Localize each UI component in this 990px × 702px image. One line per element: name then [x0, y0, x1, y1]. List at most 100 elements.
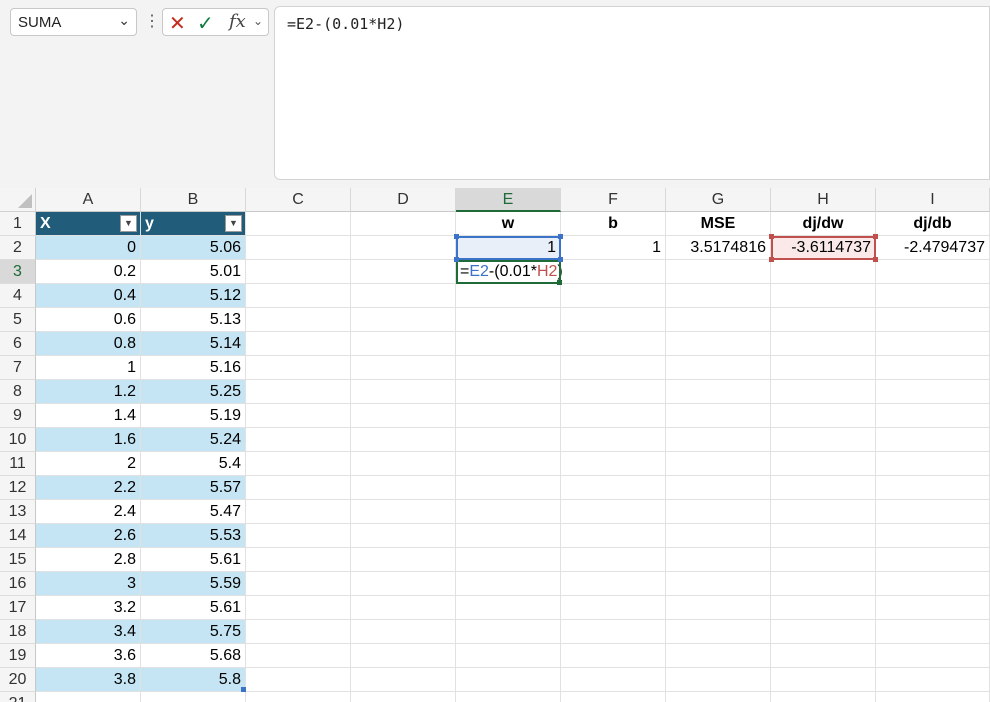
table-cell-y[interactable]: 5.01	[141, 260, 246, 284]
grid-cell[interactable]	[456, 668, 561, 692]
row-header-2[interactable]: 2	[0, 236, 36, 260]
param-value-f[interactable]: 1	[561, 236, 666, 260]
table-cell-x[interactable]: 1.6	[36, 428, 141, 452]
grid-cell[interactable]	[561, 404, 666, 428]
table-header-y[interactable]: y ▼	[141, 212, 246, 236]
grid-cell[interactable]	[561, 548, 666, 572]
grid-cell[interactable]	[771, 524, 876, 548]
table-cell-x[interactable]: 3.8	[36, 668, 141, 692]
column-header-f[interactable]: F	[561, 188, 666, 212]
grid-cell[interactable]	[561, 308, 666, 332]
grid-cell[interactable]	[876, 476, 990, 500]
grid-cell[interactable]	[876, 668, 990, 692]
param-value-h[interactable]: -3.6114737	[771, 236, 876, 260]
grid-cell[interactable]	[351, 308, 456, 332]
reference-handle[interactable]	[558, 257, 563, 262]
row-header-14[interactable]: 14	[0, 524, 36, 548]
table-cell-y[interactable]: 5.61	[141, 596, 246, 620]
row-header-19[interactable]: 19	[0, 644, 36, 668]
grid-cell[interactable]	[456, 452, 561, 476]
row-header-9[interactable]: 9	[0, 404, 36, 428]
grid-cell[interactable]	[666, 332, 771, 356]
table-cell-y[interactable]: 5.24	[141, 428, 246, 452]
grid-cell[interactable]	[876, 620, 990, 644]
grid-cell[interactable]	[456, 524, 561, 548]
row-header-8[interactable]: 8	[0, 380, 36, 404]
grid-cell[interactable]	[771, 308, 876, 332]
table-cell-y[interactable]: 5.19	[141, 404, 246, 428]
name-box[interactable]: SUMA ⌄	[10, 8, 137, 36]
grid-cell[interactable]	[666, 692, 771, 702]
filter-dropdown-icon[interactable]: ▼	[120, 215, 137, 232]
grid-cell[interactable]	[771, 428, 876, 452]
column-header-i[interactable]: I	[876, 188, 990, 212]
row-header-3[interactable]: 3	[0, 260, 36, 284]
grid-cell[interactable]	[561, 596, 666, 620]
param-header-e[interactable]: w	[456, 212, 561, 236]
grid-cell[interactable]	[561, 644, 666, 668]
table-cell-x[interactable]: 2.4	[36, 500, 141, 524]
table-cell-y[interactable]: 5.8	[141, 668, 246, 692]
column-header-c[interactable]: C	[246, 188, 351, 212]
grid-cell[interactable]	[771, 284, 876, 308]
reference-handle[interactable]	[454, 257, 459, 262]
grid-cell[interactable]	[456, 332, 561, 356]
column-header-h[interactable]: H	[771, 188, 876, 212]
table-header-x[interactable]: X ▼	[36, 212, 141, 236]
grid-cell[interactable]	[771, 380, 876, 404]
grid-cell[interactable]	[246, 644, 351, 668]
column-header-e[interactable]: E	[456, 188, 561, 212]
table-cell-y[interactable]: 5.47	[141, 500, 246, 524]
cancel-icon[interactable]: ✕	[169, 11, 186, 36]
row-header-4[interactable]: 4	[0, 284, 36, 308]
grid-cell[interactable]	[666, 500, 771, 524]
grid-cell[interactable]	[351, 428, 456, 452]
table-cell-x[interactable]: 0.4	[36, 284, 141, 308]
grid-cell[interactable]	[876, 548, 990, 572]
grid-cell[interactable]	[351, 500, 456, 524]
grid-cell[interactable]	[666, 284, 771, 308]
grid-cell[interactable]	[561, 620, 666, 644]
grid-cell[interactable]	[771, 548, 876, 572]
row-header-12[interactable]: 12	[0, 476, 36, 500]
grid-cell[interactable]	[876, 596, 990, 620]
reference-handle[interactable]	[873, 257, 878, 262]
table-cell-x[interactable]: 1.4	[36, 404, 141, 428]
grid-cell[interactable]	[561, 524, 666, 548]
param-header-i[interactable]: dj/db	[876, 212, 990, 236]
grid-cell[interactable]	[876, 284, 990, 308]
grid-cell[interactable]	[456, 620, 561, 644]
filter-dropdown-icon[interactable]: ▼	[225, 215, 242, 232]
table-cell-y[interactable]: 5.53	[141, 524, 246, 548]
table-cell-y[interactable]: 5.14	[141, 332, 246, 356]
grid-cell[interactable]	[771, 668, 876, 692]
grid-cell[interactable]	[561, 452, 666, 476]
column-header-b[interactable]: B	[141, 188, 246, 212]
grid-cell[interactable]	[666, 404, 771, 428]
grid-cell[interactable]	[561, 356, 666, 380]
grid-cell[interactable]	[876, 404, 990, 428]
grid-cell[interactable]	[246, 428, 351, 452]
insert-function-icon[interactable]: fx	[229, 11, 246, 32]
grid-cell[interactable]	[771, 356, 876, 380]
grid-cell[interactable]	[351, 476, 456, 500]
grid-cell[interactable]	[246, 620, 351, 644]
grid-cell[interactable]	[561, 572, 666, 596]
grid-cell[interactable]	[246, 212, 351, 236]
param-value-g[interactable]: 3.5174816	[666, 236, 771, 260]
grid-cell[interactable]	[456, 308, 561, 332]
grid-cell[interactable]	[456, 692, 561, 702]
row-header-15[interactable]: 15	[0, 548, 36, 572]
grid-cell[interactable]	[666, 356, 771, 380]
grid-cell[interactable]	[456, 476, 561, 500]
column-header-g[interactable]: G	[666, 188, 771, 212]
table-cell-x[interactable]: 3	[36, 572, 141, 596]
grid-cell[interactable]	[876, 452, 990, 476]
grid-cell[interactable]	[561, 476, 666, 500]
grid-cell[interactable]	[771, 476, 876, 500]
grid-cell[interactable]	[666, 644, 771, 668]
table-cell-x[interactable]: 2.8	[36, 548, 141, 572]
grid-cell[interactable]	[246, 356, 351, 380]
grid-cell[interactable]	[351, 692, 456, 702]
reference-handle[interactable]	[769, 257, 774, 262]
